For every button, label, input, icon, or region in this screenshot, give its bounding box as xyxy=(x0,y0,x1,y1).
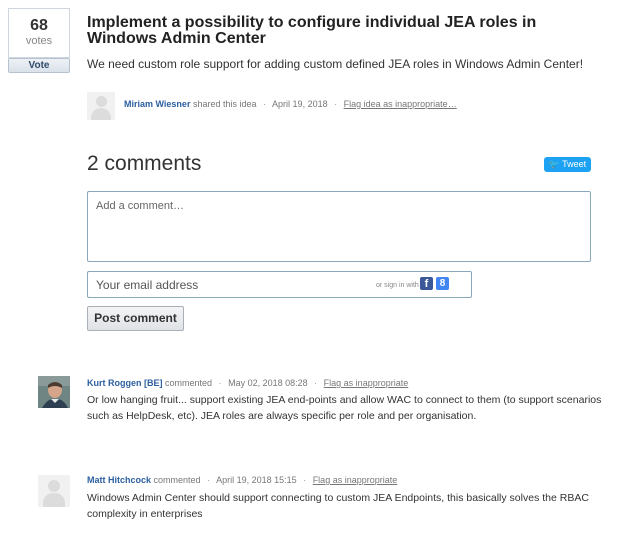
comment-action: commented xyxy=(153,475,201,485)
idea-meta: Miriam Wiesner shared this idea · April … xyxy=(124,99,457,109)
comment-action: commented xyxy=(165,378,213,388)
vote-count-box: 68 votes xyxy=(8,8,70,58)
shared-text: shared this idea xyxy=(192,99,257,109)
comment-meta: Matt Hitchcock commented · April 19, 201… xyxy=(87,475,398,485)
flag-idea-link[interactable]: Flag idea as inappropriate… xyxy=(344,99,457,109)
comment-meta: Kurt Roggen [BE] commented · May 02, 201… xyxy=(87,378,409,388)
comment-author-link[interactable]: Matt Hitchcock xyxy=(87,475,151,485)
comment-text: Or low hanging fruit... support existing… xyxy=(87,394,602,422)
email-placeholder: Your email address xyxy=(96,278,199,292)
idea-author-link[interactable]: Miriam Wiesner xyxy=(124,99,190,109)
email-field[interactable]: Your email address or sign in with f 8 xyxy=(87,271,472,298)
comment-date: May 02, 2018 08:28 xyxy=(228,378,308,388)
votes-label: votes xyxy=(25,35,53,47)
flag-comment-link[interactable]: Flag as inappropriate xyxy=(324,378,409,388)
flag-comment-link[interactable]: Flag as inappropriate xyxy=(313,475,398,485)
comments-heading: 2 comments xyxy=(87,152,202,175)
tweet-label: Tweet xyxy=(562,159,587,169)
comment-text: Windows Admin Center should support conn… xyxy=(87,492,589,520)
comment-date: April 19, 2018 15:15 xyxy=(216,475,297,485)
default-avatar-icon xyxy=(38,475,70,507)
tweet-button[interactable]: 🐦 Tweet xyxy=(544,157,591,172)
comment-placeholder: Add a comment… xyxy=(96,200,185,212)
signin-text: or sign in with xyxy=(376,282,419,289)
vote-count: 68 xyxy=(30,17,48,34)
avatar xyxy=(38,376,70,408)
idea-date: April 19, 2018 xyxy=(272,99,328,109)
comment-author-link[interactable]: Kurt Roggen [BE] xyxy=(87,378,163,388)
post-comment-button[interactable]: Post comment xyxy=(87,306,184,331)
twitter-bird-icon: 🐦 xyxy=(548,159,561,169)
facebook-icon[interactable]: f xyxy=(420,277,433,290)
idea-description: We need custom role support for adding c… xyxy=(87,57,584,71)
google-icon[interactable]: 8 xyxy=(436,277,449,290)
idea-title: Implement a possibility to configure ind… xyxy=(87,14,537,47)
default-avatar-icon xyxy=(87,92,115,120)
vote-button[interactable]: Vote xyxy=(8,58,70,73)
comment-textarea[interactable]: Add a comment… xyxy=(87,191,591,262)
